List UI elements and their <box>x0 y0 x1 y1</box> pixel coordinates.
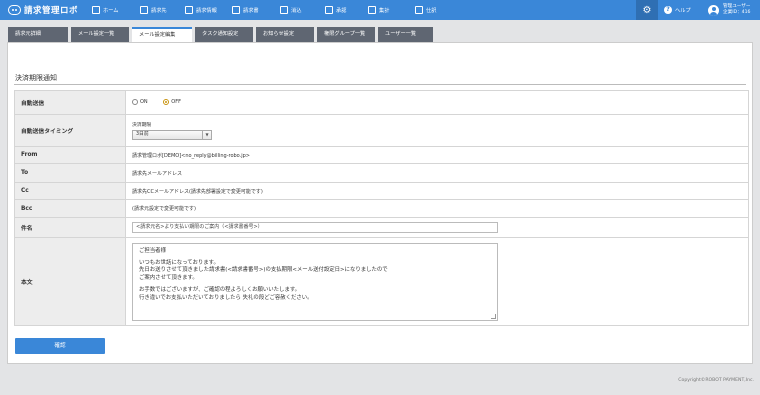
timing-selected-value: 3日前 <box>136 132 149 137</box>
timing-label: 自動送信タイミング <box>14 114 126 147</box>
to-value: 請求先メールアドレス <box>125 163 749 183</box>
tab-6[interactable]: ユーザー一覧 <box>378 27 433 42</box>
nav-item-label: 請求情報 <box>196 7 217 14</box>
tab-1[interactable]: メール設定一覧 <box>71 27 129 42</box>
subject-field: <請求元名>より支払い期限のご案内（<請求書番号>） <box>125 217 749 238</box>
top-nav: 請求管理ロボ ホーム 請求先 請求情報 請求書 消込 承認 集計 仕訳 ⚙ ? ヘルプ 管理ユ… <box>0 0 760 20</box>
tab-3[interactable]: タスク通知設定 <box>195 27 253 42</box>
nav-item-label: 仕訳 <box>426 7 437 14</box>
to-label: To <box>14 163 126 183</box>
timing-select[interactable]: 3日前 ▼ <box>132 130 212 140</box>
section-title: 決済期限通知 <box>15 74 57 82</box>
subject-input[interactable]: <請求元名>より支払い期限のご案内（<請求書番号>） <box>132 222 498 233</box>
user-info: 管理ユーザー 企業ID：416 <box>723 4 750 16</box>
tab-2[interactable]: メール設定編集 <box>132 27 192 42</box>
mail-settings-form: 自動送信 ON OFF 自動送信タイミング 決済期限 3日前 ▼ From 請求… <box>14 90 749 326</box>
nav-item-3[interactable]: 請求書 <box>232 0 259 20</box>
row-cc: Cc 請求先CCメールアドレス(請求先部署設定で変更可能です) <box>14 182 749 200</box>
body-textarea[interactable]: ご担当者様 いつもお世話になっております。 先日お送りさせて頂きました請求書(<請求… <box>132 242 498 321</box>
auto-send-label: 自動送信 <box>14 90 126 115</box>
body-label: 本文 <box>14 237 126 326</box>
nav-item-label: 消込 <box>291 7 302 14</box>
help-label: ヘルプ <box>675 7 691 14</box>
body-line: ご担当者様 <box>139 247 166 254</box>
bcc-value: (請求元設定で変更可能です) <box>125 199 749 218</box>
from-value: 請求管理ロボ[DEMO]<no_reply@billing-robo.jp> <box>125 146 749 164</box>
nav-item-label: 請求書 <box>243 7 259 14</box>
section-divider <box>14 84 746 85</box>
app-logo[interactable]: 請求管理ロボ <box>0 0 78 20</box>
bcc-label: Bcc <box>14 199 126 218</box>
body-line: 行き違いでお支払いただいておりましたら 失礼の段どご容赦ください。 <box>139 294 313 301</box>
radio-on[interactable]: ON <box>132 98 148 105</box>
robot-logo-icon <box>8 5 21 15</box>
timing-field: 決済期限 3日前 ▼ <box>125 114 749 147</box>
app-logo-text: 請求管理ロボ <box>23 6 78 16</box>
subject-label: 件名 <box>14 217 126 238</box>
row-bcc: Bcc (請求元設定で変更可能です) <box>14 199 749 218</box>
copyright: Copyright©ROBOT PAYMENT,Inc. <box>678 378 754 383</box>
cc-value: 請求先CCメールアドレス(請求先部署設定で変更可能です) <box>125 182 749 200</box>
cc-label: Cc <box>14 182 126 200</box>
resize-grip-icon[interactable] <box>491 313 496 319</box>
mail-settings-panel: 決済期限通知 自動送信 ON OFF 自動送信タイミング 決済期限 3日前 ▼ … <box>7 42 753 364</box>
radio-off[interactable]: OFF <box>163 98 181 105</box>
nav-item-label: 請求先 <box>151 7 167 14</box>
company-id: 企業ID：416 <box>723 10 751 15</box>
row-to: To 請求先メールアドレス <box>14 163 749 183</box>
radio-on-circle <box>132 98 138 105</box>
body-field: ご担当者様 いつもお世話になっております。 先日お送りさせて頂きました請求書(<請求… <box>125 237 749 326</box>
nav-item-7[interactable]: 仕訳 <box>415 0 436 20</box>
building-icon <box>140 6 148 14</box>
confirm-button[interactable]: 確認 <box>15 338 105 354</box>
row-body: 本文 ご担当者様 いつもお世話になっております。 先日お送りさせて頂きました請求書(… <box>14 237 749 326</box>
gear-icon: ⚙ <box>642 4 652 16</box>
row-subject: 件名 <請求元名>より支払い期限のご案内（<請求書番号>） <box>14 217 749 238</box>
tab-0[interactable]: 請求元詳細 <box>8 27 68 42</box>
chevron-down-icon: ▼ <box>202 131 211 139</box>
help-button[interactable]: ? ヘルプ <box>658 0 704 20</box>
link-icon <box>185 6 193 14</box>
row-auto-send: 自動送信 ON OFF <box>14 90 749 115</box>
settings-button[interactable]: ⚙ <box>636 0 658 20</box>
settings-tabs: 請求元詳細 メール設定一覧 メール設定編集 タスク通知設定 お知らせ設定 権限グループ一覧… <box>8 27 436 42</box>
nav-item-label: ホーム <box>103 7 119 14</box>
radio-off-circle <box>163 98 170 105</box>
body-line: ご案内させて頂きます。 <box>139 274 198 281</box>
home-icon <box>92 6 100 14</box>
invoice-icon <box>232 6 240 14</box>
nav-right: ⚙ ? ヘルプ 管理ユーザー 企業ID：416 <box>636 0 760 20</box>
body-line: 先日お送りさせて頂きました請求書(<請求書番号>)の支払期限<メール送付設定日>… <box>139 267 388 274</box>
nav-item-label: 集計 <box>379 7 390 14</box>
user-menu[interactable]: 管理ユーザー 企業ID：416 <box>704 0 760 20</box>
auto-send-field: ON OFF <box>125 90 749 115</box>
nav-item-2[interactable]: 請求情報 <box>185 0 217 20</box>
book-icon <box>415 6 423 14</box>
nav-item-1[interactable]: 請求先 <box>140 0 167 20</box>
radio-off-label: OFF <box>171 98 181 105</box>
calculator-icon <box>368 6 376 14</box>
nav-item-4[interactable]: 消込 <box>280 0 301 20</box>
nav-item-5[interactable]: 承認 <box>325 0 346 20</box>
check-icon <box>325 6 333 14</box>
from-label: From <box>14 146 126 164</box>
tab-4[interactable]: お知らせ設定 <box>256 27 314 42</box>
radio-on-label: ON <box>140 98 148 105</box>
timing-sublabel: 決済期限 <box>132 123 152 128</box>
body-line: お手数ではございますが、ご確認の程よろしくお願いいたします。 <box>139 287 301 294</box>
tab-5[interactable]: 権限グループ一覧 <box>317 27 375 42</box>
help-icon: ? <box>664 6 672 14</box>
user-avatar-icon <box>708 4 719 16</box>
nav-item-label: 承認 <box>336 7 347 14</box>
row-from: From 請求管理ロボ[DEMO]<no_reply@billing-robo.… <box>14 146 749 164</box>
download-icon <box>280 6 288 14</box>
nav-item-0[interactable]: ホーム <box>92 0 118 20</box>
row-timing: 自動送信タイミング 決済期限 3日前 ▼ <box>14 114 749 147</box>
nav-item-6[interactable]: 集計 <box>368 0 389 20</box>
